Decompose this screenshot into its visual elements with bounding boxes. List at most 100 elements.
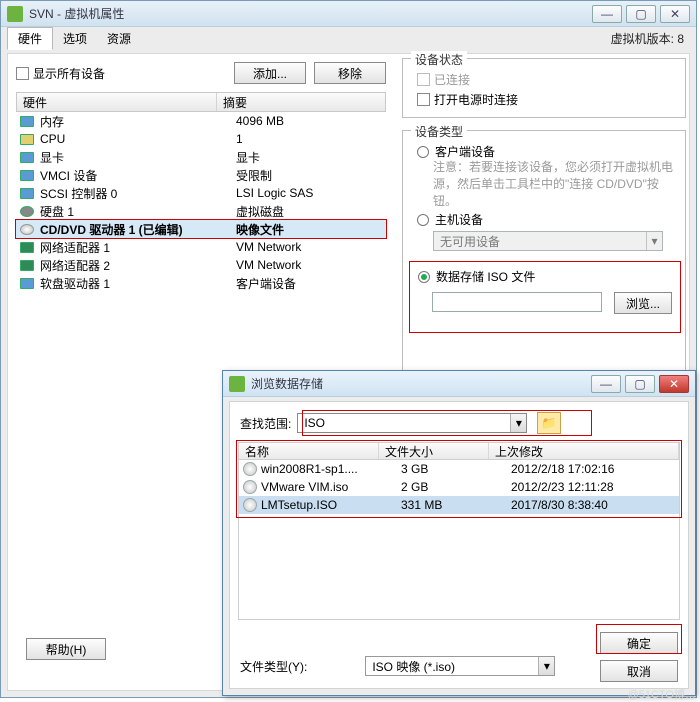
browse-button[interactable]: 浏览...: [614, 292, 672, 314]
hw-name: SCSI 控制器 0: [40, 185, 236, 202]
tab-hardware[interactable]: 硬件: [7, 27, 53, 50]
hw-name: 内存: [40, 113, 236, 130]
file-name: LMTsetup.ISO: [261, 498, 401, 512]
hardware-row[interactable]: CPU1: [16, 130, 386, 148]
remove-button[interactable]: 移除: [314, 62, 386, 84]
hw-name: VMCI 设备: [40, 167, 236, 184]
dialog-minimize-button[interactable]: —: [591, 375, 621, 393]
watermark: @51CTO博…: [628, 686, 696, 702]
iso-path-input[interactable]: [432, 292, 602, 312]
radio-client[interactable]: [417, 146, 429, 158]
host-label: 主机设备: [435, 211, 483, 228]
col-size[interactable]: 文件大小: [379, 443, 489, 459]
iso-file-icon: [243, 498, 257, 512]
col-hardware[interactable]: 硬件: [17, 93, 217, 111]
dialog-close-button[interactable]: ✕: [659, 375, 689, 393]
tab-resources[interactable]: 资源: [97, 28, 141, 49]
poweron-label: 打开电源时连接: [434, 91, 518, 108]
titlebar: SVN - 虚拟机属性 — ▢ ✕: [1, 1, 696, 27]
file-list[interactable]: win2008R1-sp1....3 GB2012/2/18 17:02:16V…: [238, 460, 680, 620]
file-modified: 2017/8/30 8:38:40: [511, 498, 679, 512]
iso-file-icon: [243, 462, 257, 476]
hw-summary: 1: [236, 132, 386, 146]
folder-up-icon: 📁: [542, 416, 557, 430]
file-row[interactable]: LMTsetup.ISO331 MB2017/8/30 8:38:40: [239, 496, 679, 514]
browse-datastore-dialog: 浏览数据存储 — ▢ ✕ 查找范围: ISO ▾ 📁 名称 文件大小 上次修改 …: [222, 370, 696, 696]
hardware-row[interactable]: 网络适配器 2VM Network: [16, 256, 386, 274]
file-row[interactable]: win2008R1-sp1....3 GB2012/2/18 17:02:16: [239, 460, 679, 478]
hw-summary: 显卡: [236, 149, 386, 166]
hw-summary: LSI Logic SAS: [236, 186, 386, 200]
hardware-header: 硬件 摘要: [16, 92, 386, 112]
poweron-checkbox[interactable]: [417, 93, 430, 106]
file-row[interactable]: VMware VIM.iso2 GB2012/2/23 12:11:28: [239, 478, 679, 496]
hw-name: 显卡: [40, 149, 236, 166]
device-status-group: 设备状态 已连接 打开电源时连接: [402, 58, 686, 118]
hardware-row[interactable]: CD/DVD 驱动器 1 (已编辑)映像文件: [16, 220, 386, 238]
add-button[interactable]: 添加...: [234, 62, 306, 84]
hw-name: 硬盘 1: [40, 203, 236, 220]
dialog-maximize-button[interactable]: ▢: [625, 375, 655, 393]
scsi-icon: [20, 188, 34, 199]
connected-checkbox: [417, 73, 430, 86]
hw-summary: 4096 MB: [236, 114, 386, 128]
cpu-icon: [20, 134, 34, 145]
radio-iso[interactable]: [418, 271, 430, 283]
vm-version: 虚拟机版本: 8: [611, 30, 684, 47]
cancel-button[interactable]: 取消: [600, 660, 678, 682]
folder-up-button[interactable]: 📁: [537, 412, 561, 434]
col-name[interactable]: 名称: [239, 443, 379, 459]
hw-name: CD/DVD 驱动器 1 (已编辑): [40, 221, 236, 238]
vsphere-icon: [7, 6, 23, 22]
floppy-icon: [20, 278, 34, 289]
scope-value: ISO: [304, 416, 325, 430]
show-all-label: 显示所有设备: [33, 65, 105, 82]
radio-host[interactable]: [417, 214, 429, 226]
gpu-icon: [20, 152, 34, 163]
filelist-header: 名称 文件大小 上次修改: [238, 442, 680, 460]
col-modified[interactable]: 上次修改: [489, 443, 679, 459]
hw-name: CPU: [40, 132, 236, 146]
chevron-down-icon[interactable]: ▾: [510, 414, 526, 432]
mem-icon: [20, 116, 34, 127]
scope-label: 查找范围:: [240, 415, 291, 432]
iso-label: 数据存储 ISO 文件: [436, 268, 535, 285]
hardware-row[interactable]: SCSI 控制器 0LSI Logic SAS: [16, 184, 386, 202]
hw-summary: VM Network: [236, 258, 386, 272]
dialog-body: 查找范围: ISO ▾ 📁 名称 文件大小 上次修改 win2008R1-sp1…: [229, 401, 689, 689]
disk-icon: [20, 206, 34, 217]
show-all-checkbox[interactable]: [16, 67, 29, 80]
maximize-button[interactable]: ▢: [626, 5, 656, 23]
chevron-down-icon[interactable]: ▾: [538, 657, 554, 675]
chevron-down-icon: ▾: [646, 232, 662, 250]
hardware-row[interactable]: 网络适配器 1VM Network: [16, 238, 386, 256]
hw-summary: 受限制: [236, 167, 386, 184]
dialog-title: 浏览数据存储: [251, 375, 591, 392]
filetype-combo[interactable]: ISO 映像 (*.iso) ▾: [365, 656, 555, 676]
hw-summary: 虚拟磁盘: [236, 203, 386, 220]
close-button[interactable]: ✕: [660, 5, 690, 23]
help-button[interactable]: 帮助(H): [26, 638, 106, 660]
scope-combo[interactable]: ISO ▾: [297, 413, 527, 433]
tab-options[interactable]: 选项: [53, 28, 97, 49]
hardware-row[interactable]: 硬盘 1虚拟磁盘: [16, 202, 386, 220]
hardware-row[interactable]: 显卡显卡: [16, 148, 386, 166]
hw-summary: VM Network: [236, 240, 386, 254]
hw-summary: 映像文件: [236, 221, 386, 238]
dialog-titlebar: 浏览数据存储 — ▢ ✕: [223, 371, 695, 397]
hw-name: 网络适配器 1: [40, 239, 236, 256]
hardware-list: 内存4096 MBCPU1显卡显卡VMCI 设备受限制SCSI 控制器 0LSI…: [16, 112, 386, 292]
iso-highlight: 数据存储 ISO 文件 浏览...: [409, 261, 681, 333]
host-device-select: 无可用设备 ▾: [433, 231, 663, 251]
window-title: SVN - 虚拟机属性: [29, 5, 592, 22]
ok-button[interactable]: 确定: [600, 632, 678, 654]
col-summary[interactable]: 摘要: [217, 93, 385, 111]
hardware-row[interactable]: VMCI 设备受限制: [16, 166, 386, 184]
device-type-group: 设备类型 客户端设备 注意：若要连接该设备，您必须打开虚拟机电源，然后单击工具栏…: [402, 130, 686, 395]
hardware-row[interactable]: 软盘驱动器 1客户端设备: [16, 274, 386, 292]
minimize-button[interactable]: —: [592, 5, 622, 23]
hardware-row[interactable]: 内存4096 MB: [16, 112, 386, 130]
hw-summary: 客户端设备: [236, 275, 386, 292]
vsphere-icon: [229, 376, 245, 392]
client-note: 注意：若要连接该设备，您必须打开虚拟机电源，然后单击工具栏中的"连接 CD/DV…: [433, 159, 673, 209]
